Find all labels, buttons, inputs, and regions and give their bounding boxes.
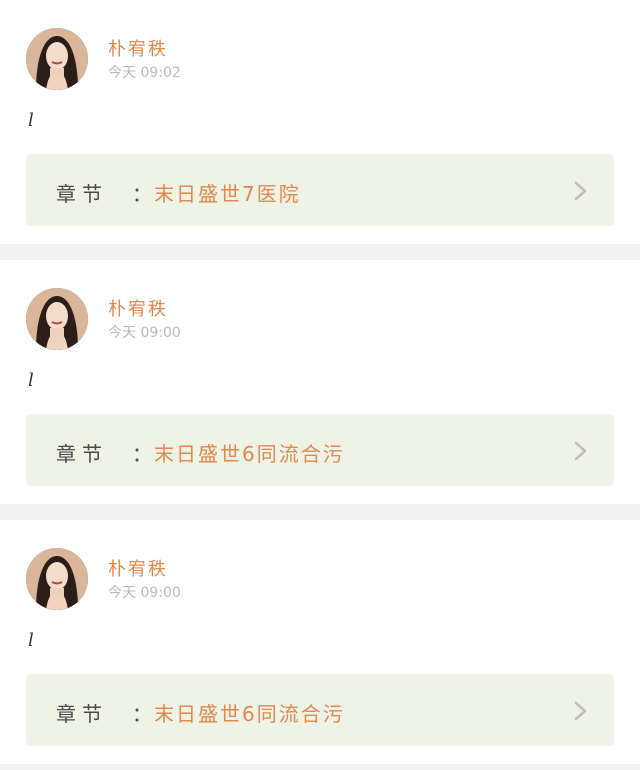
- post-time: 今天 09:00: [108, 585, 181, 601]
- post-time: 今天 09:02: [108, 65, 181, 81]
- chevron-right-icon: [574, 441, 587, 461]
- post-card: 朴宥秩 今天 09:00 l 章节 ： 末日盛世6同流合污: [0, 520, 640, 764]
- user-name[interactable]: 朴宥秩: [108, 35, 168, 61]
- chapter-prefix-label: 章节: [56, 182, 108, 206]
- post-content: l: [28, 110, 34, 131]
- chapter-title: 末日盛世6同流合污: [154, 702, 345, 726]
- chapter-colon: ：: [132, 702, 152, 726]
- comment-feed: 朴宥秩 今天 09:02 l 章节 ： 末日盛世7医院 朴宥秩 今天 09:00: [0, 0, 640, 770]
- user-name[interactable]: 朴宥秩: [108, 555, 168, 581]
- avatar[interactable]: [26, 548, 88, 610]
- chapter-prefix-label: 章节: [56, 442, 108, 466]
- chapter-link[interactable]: 章节 ： 末日盛世7医院: [26, 154, 614, 226]
- chapter-colon: ：: [132, 182, 152, 206]
- post-time: 今天 09:00: [108, 325, 181, 341]
- chevron-right-icon: [574, 701, 587, 721]
- post-content: l: [28, 630, 34, 651]
- avatar[interactable]: [26, 28, 88, 90]
- chapter-prefix-label: 章节: [56, 702, 108, 726]
- avatar[interactable]: [26, 288, 88, 350]
- chapter-title: 末日盛世6同流合污: [154, 442, 345, 466]
- chapter-link[interactable]: 章节 ： 末日盛世6同流合污: [26, 414, 614, 486]
- chapter-link[interactable]: 章节 ： 末日盛世6同流合污: [26, 674, 614, 746]
- chevron-right-icon: [574, 181, 587, 201]
- post-card: 朴宥秩 今天 09:00 l 章节 ： 末日盛世6同流合污: [0, 260, 640, 504]
- user-name[interactable]: 朴宥秩: [108, 295, 168, 321]
- chapter-colon: ：: [132, 442, 152, 466]
- post-content: l: [28, 370, 34, 391]
- post-card: 朴宥秩 今天 09:02 l 章节 ： 末日盛世7医院: [0, 0, 640, 244]
- chapter-title: 末日盛世7医院: [154, 182, 301, 206]
